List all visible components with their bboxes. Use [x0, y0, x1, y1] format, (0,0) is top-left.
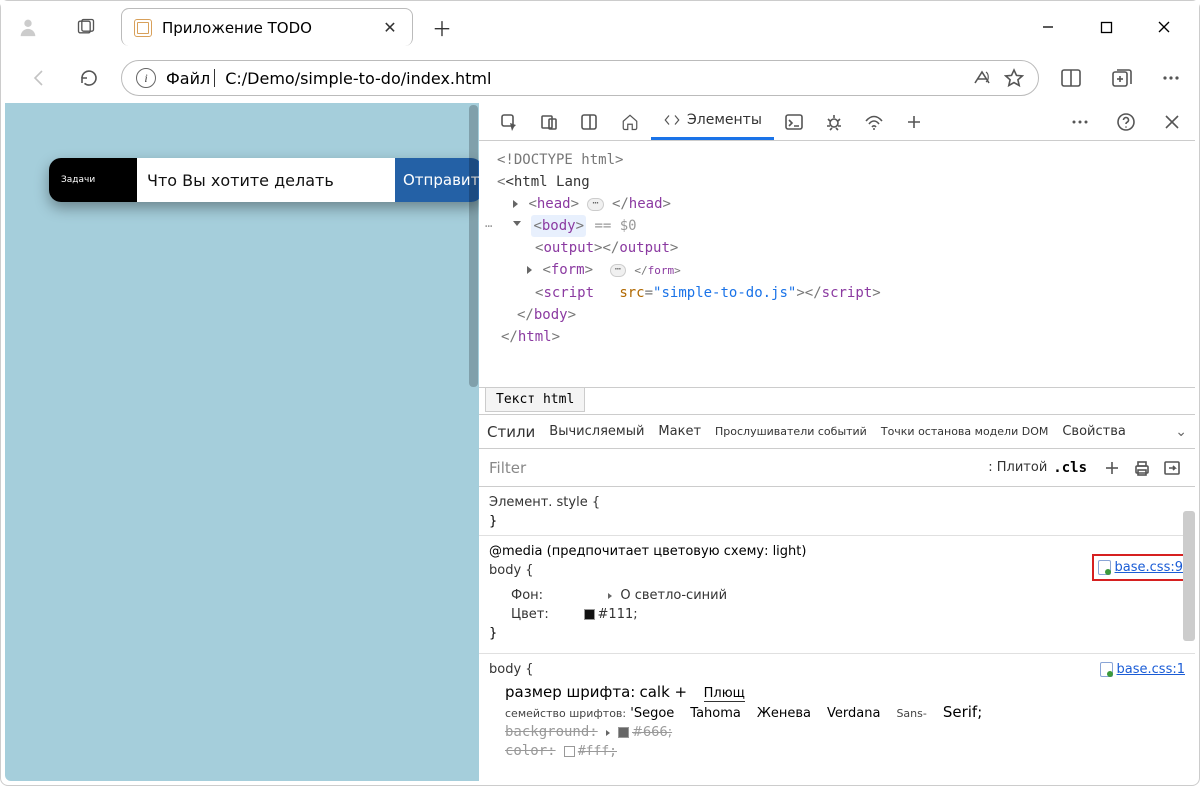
- print-media-icon[interactable]: [1127, 453, 1157, 483]
- tab-debugger-icon[interactable]: [814, 103, 854, 140]
- ellipsis-icon[interactable]: ⋯: [587, 198, 603, 211]
- styles-tabs: Стили Вычисляемый Макет Прослушиватели с…: [479, 415, 1195, 449]
- tab-elements-label: Элементы: [687, 112, 762, 128]
- minimize-button[interactable]: [1019, 7, 1077, 47]
- expand-icon[interactable]: [527, 266, 532, 274]
- gutter-dots-icon[interactable]: ⋯: [485, 215, 493, 237]
- tab-title: Приложение TODO: [162, 19, 378, 37]
- ellipsis-icon[interactable]: ⋯: [610, 264, 626, 277]
- tab-welcome[interactable]: [609, 103, 651, 140]
- devtools-pane: Элементы: [479, 103, 1195, 781]
- devtools-toolbar: Элементы: [479, 103, 1195, 141]
- refresh-button[interactable]: [71, 60, 107, 96]
- color-swatch[interactable]: [564, 746, 575, 757]
- styles-body[interactable]: Элемент. style { } @media (предпочитает …: [479, 487, 1195, 781]
- dom-tree[interactable]: <!DOCTYPE html> <<html Lang <head> ⋯ </h…: [479, 141, 1195, 387]
- tab-computed[interactable]: Вычисляемый: [549, 424, 644, 439]
- chevron-down-icon[interactable]: ⌄: [1175, 424, 1187, 440]
- address-bar[interactable]: i Файл C:/Demo/simple-to-do/index.html: [121, 60, 1039, 96]
- new-tab-button[interactable]: ＋: [425, 10, 459, 44]
- style-body-2[interactable]: body { base.css:1 размер шрифта: calk + …: [479, 654, 1195, 765]
- todo-input[interactable]: Что Вы хотите делать: [137, 158, 395, 202]
- devtools-help-icon[interactable]: [1103, 103, 1149, 140]
- tab-elements[interactable]: Элементы: [651, 103, 774, 140]
- new-style-rule-icon[interactable]: [1097, 453, 1127, 483]
- breadcrumb-item[interactable]: Текст html: [485, 388, 585, 412]
- content-area: Задачи Что Вы хотите делать Отправить Эл…: [5, 103, 1195, 781]
- profile-button[interactable]: [11, 10, 45, 44]
- window-controls: [1019, 7, 1193, 47]
- dom-doctype: <!DOCTYPE html>: [497, 152, 623, 168]
- color-swatch[interactable]: [584, 609, 595, 620]
- page-scrollbar-thumb[interactable]: [469, 105, 478, 387]
- close-window-button[interactable]: [1135, 7, 1193, 47]
- collapse-icon[interactable]: [513, 221, 521, 230]
- expand-icon[interactable]: [513, 200, 518, 208]
- cls-toggle[interactable]: .cls: [1053, 460, 1087, 476]
- site-info-icon[interactable]: i: [136, 68, 156, 88]
- tab-console-icon[interactable]: [774, 103, 814, 140]
- browser-tab[interactable]: Приложение TODO ✕: [121, 8, 413, 46]
- inspect-element-icon[interactable]: [489, 103, 529, 140]
- panel-layout-icon[interactable]: [569, 103, 609, 140]
- hov-toggle[interactable]: : Плитой: [988, 460, 1047, 475]
- style-element[interactable]: Элемент. style { }: [479, 487, 1195, 536]
- tab-network-icon[interactable]: [854, 103, 894, 140]
- tab-close-button[interactable]: ✕: [378, 16, 402, 40]
- style-media-body[interactable]: @media (предпочитает цветовую схему: lig…: [479, 536, 1195, 654]
- address-path: C:/Demo/simple-to-do/index.html: [225, 69, 491, 88]
- css-source-link[interactable]: base.css:9: [1092, 554, 1189, 581]
- collections-button[interactable]: [1103, 60, 1139, 96]
- read-aloud-icon[interactable]: [966, 62, 998, 94]
- tab-styles[interactable]: Стили: [487, 423, 535, 441]
- tab-dom-breakpoints[interactable]: Точки останова модели DOM: [881, 425, 1049, 438]
- expand-icon[interactable]: [606, 730, 610, 736]
- file-icon: [1098, 560, 1111, 575]
- css-source-link[interactable]: base.css:1: [1100, 660, 1185, 679]
- page-viewport: Задачи Что Вы хотите делать Отправить: [5, 103, 479, 781]
- workspaces-button[interactable]: [69, 10, 103, 44]
- file-icon: [1100, 662, 1113, 677]
- filter-input[interactable]: Filter: [489, 459, 988, 477]
- address-row: i Файл C:/Demo/simple-to-do/index.html: [1, 53, 1199, 103]
- expand-icon[interactable]: [608, 593, 612, 599]
- favorite-icon[interactable]: [998, 62, 1030, 94]
- device-toggle-icon[interactable]: [529, 103, 569, 140]
- address-prefix: Файл: [166, 69, 210, 88]
- devtools-scrollbar-thumb[interactable]: [1183, 511, 1195, 641]
- tab-properties[interactable]: Свойства: [1062, 424, 1126, 439]
- todo-label: Задачи: [49, 158, 137, 202]
- maximize-button[interactable]: [1077, 7, 1135, 47]
- back-button[interactable]: [21, 60, 57, 96]
- split-screen-button[interactable]: [1053, 60, 1089, 96]
- devtools-more-icon[interactable]: [1057, 103, 1103, 140]
- todo-form: Задачи Что Вы хотите делать Отправить: [49, 158, 483, 202]
- styles-filter-row: Filter : Плитой .cls: [479, 449, 1195, 487]
- color-swatch[interactable]: [618, 727, 629, 738]
- dom-breadcrumb[interactable]: Текст html: [479, 387, 1195, 415]
- tab-favicon: [134, 19, 152, 37]
- devtools-close-icon[interactable]: [1149, 103, 1195, 140]
- computed-panel-icon[interactable]: [1157, 453, 1187, 483]
- tab-layout[interactable]: Макет: [658, 424, 701, 439]
- tab-listeners[interactable]: Прослушиватели событий: [715, 425, 867, 438]
- more-button[interactable]: [1153, 60, 1189, 96]
- tab-add-icon[interactable]: [894, 103, 934, 140]
- titlebar: Приложение TODO ✕ ＋: [1, 1, 1199, 53]
